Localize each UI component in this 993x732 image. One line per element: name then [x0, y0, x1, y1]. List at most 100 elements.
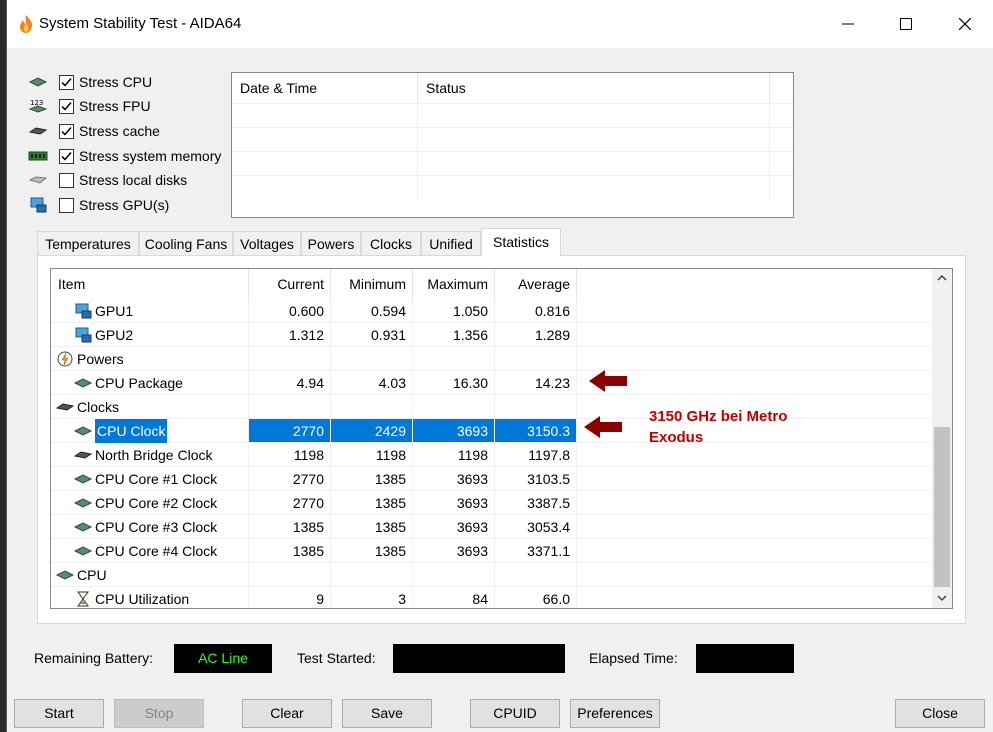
battery-value: AC Line	[174, 644, 272, 673]
current-cell: 4.94	[249, 371, 331, 395]
table-row[interactable]: CPU Core #1 Clock 2770 1385 3693 3103.5	[51, 467, 932, 491]
cpu-chip-icon	[73, 519, 93, 535]
current-cell: 2770	[249, 491, 331, 515]
stress-memory-checkbox[interactable]	[59, 148, 74, 164]
stress-option-label: Stress FPU	[79, 98, 151, 114]
column-header-maximum[interactable]: Maximum	[413, 269, 495, 299]
average-cell: 1.289	[495, 323, 577, 347]
stress-cache-checkbox[interactable]	[59, 123, 74, 139]
stress-option-cpu[interactable]: Stress CPU	[27, 71, 237, 93]
item-label: Powers	[77, 350, 124, 367]
close-button[interactable]: Close	[895, 699, 985, 728]
title-bar: System Stability Test - AIDA64	[7, 0, 993, 48]
minimum-cell: 1198	[331, 443, 413, 467]
minimize-button[interactable]	[819, 0, 877, 48]
spacer-cell	[577, 347, 932, 371]
stress-disks-checkbox[interactable]	[59, 172, 74, 188]
table-row[interactable]: CPU Core #3 Clock 1385 1385 3693 3053.4	[51, 515, 932, 539]
maximum-cell: 3693	[413, 467, 495, 491]
cpuid-button[interactable]: CPUID	[470, 699, 560, 728]
log-table[interactable]: Date & Time Status	[231, 72, 794, 218]
scroll-up-button[interactable]	[932, 269, 952, 287]
tab-voltages[interactable]: Voltages	[233, 231, 301, 256]
hourglass-icon	[73, 591, 93, 607]
table-row[interactable]: CPU	[51, 563, 932, 587]
minimum-cell	[331, 563, 413, 587]
table-row[interactable]: CPU Core #2 Clock 2770 1385 3693 3387.5	[51, 491, 932, 515]
chevron-up-icon	[937, 275, 947, 281]
tab-unified[interactable]: Unified	[421, 231, 481, 256]
stress-option-fpu[interactable]: 123 Stress FPU	[27, 95, 237, 117]
stress-option-label: Stress local disks	[79, 172, 188, 188]
column-header-date-time[interactable]: Date & Time	[232, 73, 418, 103]
column-header-average[interactable]: Average	[495, 269, 577, 299]
average-cell: 0.816	[495, 299, 577, 323]
checkmark-icon	[61, 126, 72, 136]
maximum-cell: 1.050	[413, 299, 495, 323]
annotation-text: 3150 GHz bei Metro Exodus	[649, 408, 788, 446]
stress-option-disks[interactable]: Stress local disks	[27, 169, 237, 191]
column-header-item[interactable]: Item	[51, 269, 249, 299]
scroll-down-button[interactable]	[932, 589, 952, 607]
vertical-scrollbar[interactable]	[932, 269, 952, 608]
average-cell: 3150.3	[495, 419, 577, 443]
current-cell	[249, 563, 331, 587]
stress-option-gpu[interactable]: Stress GPU(s)	[27, 194, 237, 216]
item-cell: CPU Clock	[51, 417, 249, 444]
current-cell: 0.600	[249, 299, 331, 323]
column-header-minimum[interactable]: Minimum	[331, 269, 413, 299]
maximum-cell	[413, 347, 495, 371]
maximize-icon	[900, 18, 912, 30]
column-header-spacer	[577, 269, 932, 299]
table-row[interactable]: CPU Package 4.94 4.03 16.30 14.23	[51, 371, 932, 395]
stress-option-cache[interactable]: Stress cache	[27, 120, 237, 142]
item-cell: CPU	[51, 563, 249, 587]
spacer-cell	[577, 491, 932, 515]
average-cell: 66.0	[495, 587, 577, 608]
scrollbar-thumb[interactable]	[934, 427, 950, 587]
cpuid-button-label: CPUID	[493, 705, 537, 721]
tab-powers[interactable]: Powers	[301, 231, 361, 256]
close-window-button[interactable]	[936, 0, 993, 48]
log-row	[232, 151, 793, 176]
table-row[interactable]: CPU Utilization 9 3 84 66.0	[51, 587, 932, 608]
clear-button[interactable]: Clear	[242, 699, 332, 728]
status-bar: Remaining Battery: AC Line Test Started:…	[7, 642, 993, 674]
checkmark-icon	[61, 151, 72, 161]
stress-fpu-checkbox[interactable]	[59, 98, 74, 114]
minimum-cell: 1385	[331, 515, 413, 539]
table-row[interactable]: GPU1 0.600 0.594 1.050 0.816	[51, 299, 932, 323]
current-cell	[249, 347, 331, 371]
item-label: GPU1	[95, 302, 134, 319]
minimum-cell: 1385	[331, 539, 413, 563]
column-header-status[interactable]: Status	[418, 73, 770, 103]
table-row[interactable]: CPU Core #4 Clock 1385 1385 3693 3371.1	[51, 539, 932, 563]
tab-clocks[interactable]: Clocks	[361, 231, 421, 256]
stress-option-memory[interactable]: Stress system memory	[27, 145, 237, 167]
tab-temperatures[interactable]: Temperatures	[37, 231, 139, 256]
table-row[interactable]: GPU2 1.312 0.931 1.356 1.289	[51, 323, 932, 347]
stress-gpu-checkbox[interactable]	[59, 197, 74, 213]
average-cell: 14.23	[495, 371, 577, 395]
start-button[interactable]: Start	[14, 699, 104, 728]
cpu-chip-icon	[73, 375, 93, 391]
maximize-button[interactable]	[877, 0, 935, 48]
stop-button[interactable]: Stop	[114, 699, 204, 728]
item-cell: CPU Core #3 Clock	[51, 515, 249, 539]
current-cell: 1.312	[249, 323, 331, 347]
table-row[interactable]: Powers	[51, 347, 932, 371]
tab-statistics[interactable]: Statistics	[481, 228, 561, 256]
column-header-current[interactable]: Current	[249, 269, 331, 299]
average-cell: 3371.1	[495, 539, 577, 563]
tab-cooling-fans[interactable]: Cooling Fans	[139, 231, 233, 256]
save-button[interactable]: Save	[342, 699, 432, 728]
average-cell: 3053.4	[495, 515, 577, 539]
stress-cpu-checkbox[interactable]	[59, 74, 74, 90]
item-cell: Powers	[51, 347, 249, 371]
preferences-button[interactable]: Preferences	[570, 699, 660, 728]
log-row	[232, 127, 793, 152]
item-cell: CPU Utilization	[51, 587, 249, 608]
spacer-cell	[577, 563, 932, 587]
minimum-cell	[331, 395, 413, 419]
item-label: North Bridge Clock	[95, 446, 213, 463]
